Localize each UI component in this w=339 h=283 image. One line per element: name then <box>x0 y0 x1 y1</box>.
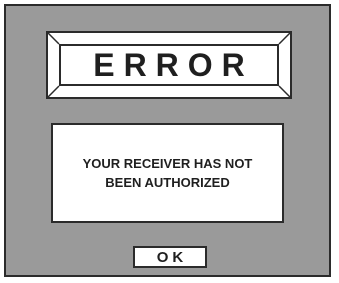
message-line-2: BEEN AUTHORIZED <box>105 175 230 190</box>
title-panel: ERROR <box>59 44 279 86</box>
dialog-title: ERROR <box>93 47 254 83</box>
message-line-1: YOUR RECEIVER HAS NOT <box>82 156 253 171</box>
ok-button[interactable]: OK <box>133 246 207 268</box>
title-frame: ERROR <box>46 31 292 99</box>
error-dialog: ERROR YOUR RECEIVER HAS NOT BEEN AUTHORI… <box>4 4 331 277</box>
message-box: YOUR RECEIVER HAS NOT BEEN AUTHORIZED <box>51 123 284 223</box>
ok-button-label: OK <box>156 248 188 266</box>
